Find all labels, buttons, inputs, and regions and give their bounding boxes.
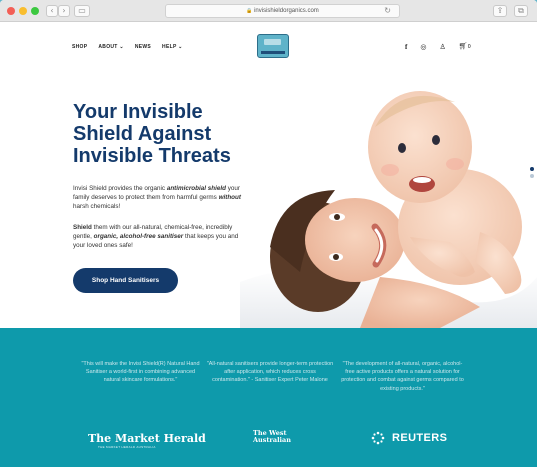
hero-p1-without: without <box>218 194 241 202</box>
address-bar[interactable]: 🔒 invisishieldorganics.com ↻ <box>165 4 400 18</box>
reload-icon[interactable]: ↻ <box>384 5 391 17</box>
instagram-icon[interactable]: ◎ <box>420 43 426 52</box>
quote-2: "All-natural sanitisers provide longer-t… <box>206 361 334 384</box>
shop-hand-sanitisers-button[interactable]: Shop Hand Sanitisers <box>73 268 178 293</box>
slider-dots <box>530 167 534 178</box>
slider-dot-1[interactable] <box>530 167 534 171</box>
sidebar-toggle-icon[interactable]: ▭ <box>74 5 90 17</box>
address-text: invisishieldorganics.com <box>254 8 319 14</box>
maximize-window-button[interactable] <box>31 7 39 15</box>
main-nav: SHOP ABOUT ⌄ NEWS HELP ⌄ <box>72 44 183 50</box>
hero-p2-emphasis: organic, alcohol-free sanitiser <box>93 233 184 241</box>
minimize-window-button[interactable] <box>19 7 27 15</box>
hero-second-paragraph: Shield them with our all-natural, chemic… <box>73 223 249 251</box>
hero-p1-text-a: Invisi Shield provides the organic <box>73 185 167 192</box>
back-arrow-icon[interactable]: ‹ <box>46 5 58 17</box>
tabs-icon[interactable]: ⧉ <box>514 5 528 17</box>
the-market-herald-logo[interactable]: The Market Herald <box>88 432 206 445</box>
quote-1: "This will make the Invisi Shield(R) Nat… <box>81 361 200 384</box>
reuters-icon <box>371 431 385 445</box>
logo-mark <box>264 39 281 45</box>
hero-title-line-3: Invisible Threats <box>73 145 231 167</box>
cart-icon[interactable]: 🛒︎0 <box>459 42 471 52</box>
nav-news[interactable]: NEWS <box>135 44 151 50</box>
hero-mother-baby-photo <box>240 72 537 328</box>
nav-help[interactable]: HELP ⌄ <box>162 44 183 50</box>
slider-dot-2[interactable] <box>530 174 534 178</box>
hero-p1-emphasis: antimicrobial shield <box>166 185 226 192</box>
reuters-logo[interactable]: REUTERS <box>392 432 447 444</box>
site-header: SHOP ABOUT ⌄ NEWS HELP ⌄ f ◎ ♙ 🛒︎0 <box>0 22 537 72</box>
cart-count: 0 <box>467 44 471 50</box>
lock-icon: 🔒 <box>246 8 253 14</box>
quote-3: "The development of all-natural, organic… <box>341 361 464 392</box>
share-icon[interactable]: ⇪ <box>493 5 507 17</box>
close-window-button[interactable] <box>7 7 15 15</box>
browser-window: ‹ › ▭ 🔒 invisishieldorganics.com ↻ ⇪ ⧉ S… <box>0 0 537 467</box>
the-west-australian-logo[interactable]: The West Australian <box>253 430 293 444</box>
hero-title-line-2: Shield Against <box>73 123 212 145</box>
hero-intro-paragraph: Invisi Shield provides the organic antim… <box>73 184 249 212</box>
hero-title: Your Invisible Shield Against Invisible … <box>73 101 253 167</box>
hero-p2-shield: Shield <box>73 224 92 231</box>
hero-section: Your Invisible Shield Against Invisible … <box>0 72 537 328</box>
browser-toolbar: ‹ › ▭ 🔒 invisishieldorganics.com ↻ ⇪ ⧉ <box>0 0 537 22</box>
account-icon[interactable]: ♙ <box>439 43 445 52</box>
nav-shop[interactable]: SHOP <box>72 44 87 50</box>
nav-about[interactable]: ABOUT ⌄ <box>98 44 123 50</box>
forward-arrow-icon[interactable]: › <box>58 5 70 17</box>
facebook-icon[interactable]: f <box>405 43 407 52</box>
hero-p1-text-e: harsh chemicals! <box>73 203 121 211</box>
hero-title-line-1: Your Invisible <box>73 101 203 123</box>
header-icons: f ◎ ♙ 🛒︎0 <box>405 42 471 52</box>
site-logo[interactable] <box>257 34 289 58</box>
the-market-herald-subtitle: THE MARKET HERALD AUSTRALIA <box>98 445 156 449</box>
press-quotes-band: "This will make the Invisi Shield(R) Nat… <box>0 328 537 467</box>
